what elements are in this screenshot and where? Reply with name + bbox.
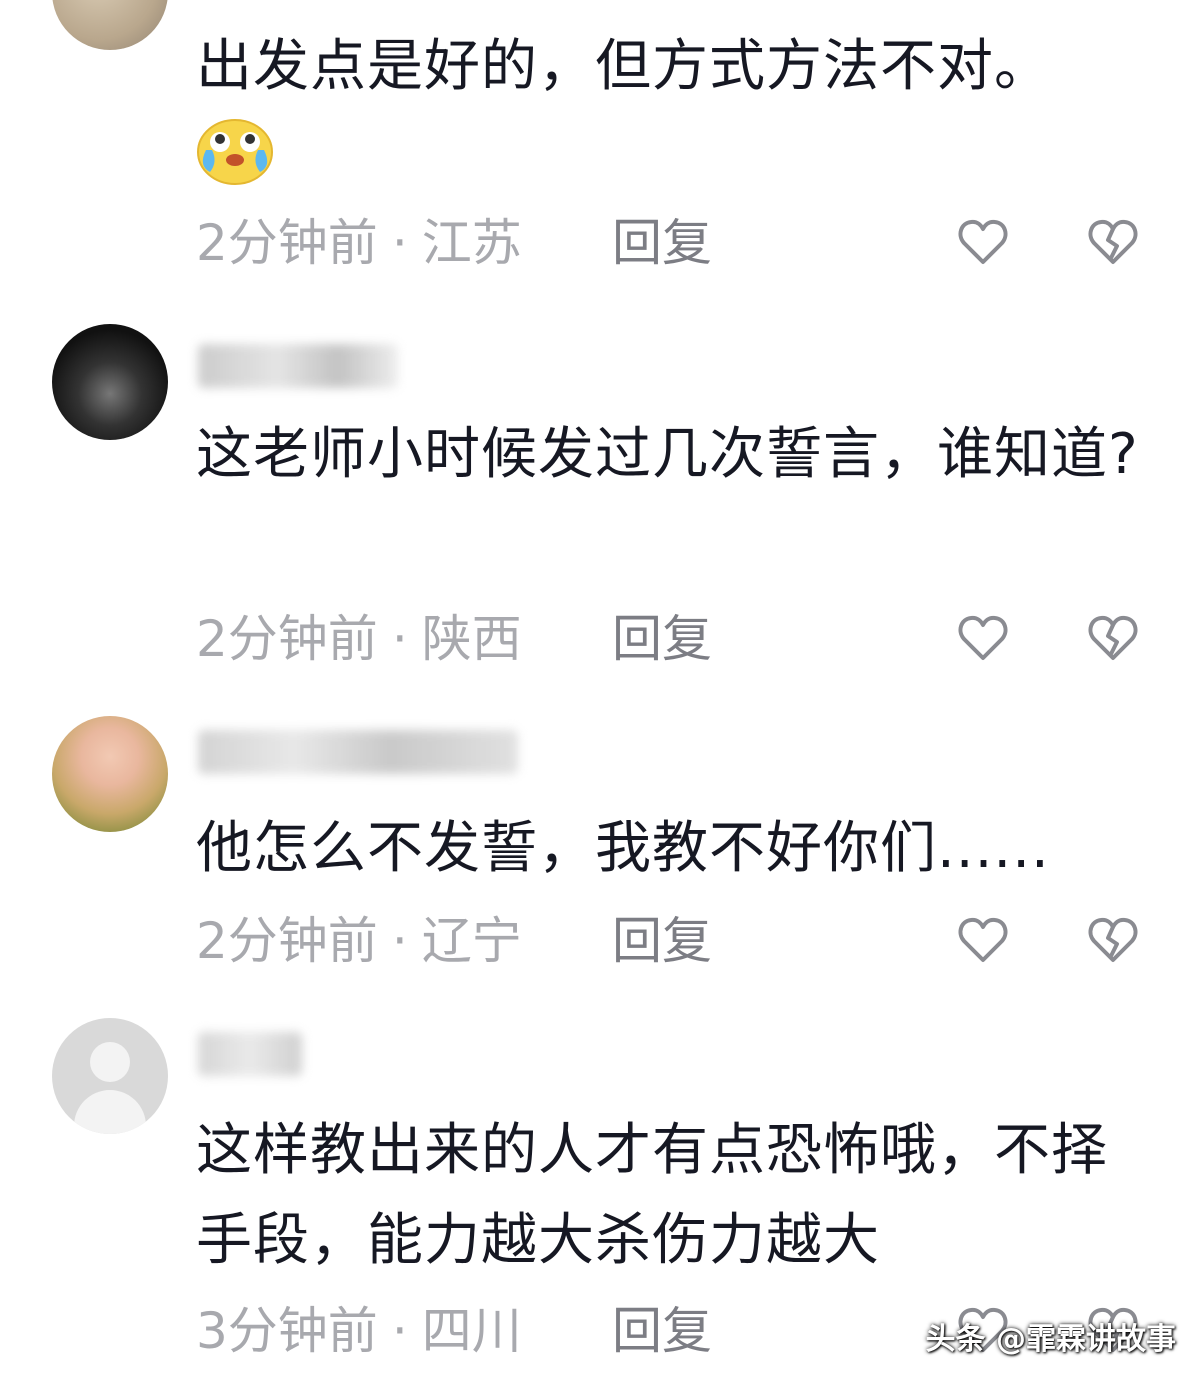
reply-button[interactable]: 回复 <box>612 1296 712 1366</box>
avatar[interactable] <box>52 324 168 440</box>
reply-button[interactable]: 回复 <box>612 208 712 278</box>
reply-button[interactable]: 回复 <box>612 604 712 674</box>
comment-meta: 3分钟前 · 四川 <box>196 1296 522 1366</box>
heart-icon[interactable] <box>956 914 1010 968</box>
comment-location: 辽宁 <box>421 912 522 970</box>
comment-location: 陕西 <box>421 610 522 668</box>
comment-time: 2分钟前 <box>196 610 378 668</box>
heart-icon[interactable] <box>956 216 1010 270</box>
broken-heart-icon[interactable] <box>1086 914 1140 968</box>
username-blurred <box>198 730 518 774</box>
comment-meta: 2分钟前 · 江苏 <box>196 208 522 278</box>
comment-text: 这老师小时候发过几次誓言，谁知道? <box>196 422 1139 487</box>
comment-text: 这样教出来的人才有点恐怖哦，不择手段，能力越大杀伤力越大 <box>196 1118 1108 1273</box>
avatar[interactable] <box>52 716 168 832</box>
avatar[interactable] <box>52 0 168 50</box>
heart-icon[interactable] <box>956 612 1010 666</box>
broken-heart-icon[interactable] <box>1086 216 1140 270</box>
comment-meta: 2分钟前 · 辽宁 <box>196 906 522 976</box>
comment-time: 2分钟前 <box>196 912 378 970</box>
comment-time: 3分钟前 <box>196 1302 378 1360</box>
avatar[interactable] <box>52 1018 168 1134</box>
crying-laughing-emoji-icon <box>197 119 273 185</box>
reply-button[interactable]: 回复 <box>612 906 712 976</box>
watermark: 头条 @霏霖讲故事 <box>925 1322 1176 1357</box>
comment-item: 这老师小时候发过几次誓言，谁知道? 2分钟前 · 陕西 回复 <box>0 300 1200 700</box>
comment-item: 出发点是好的，但方式方法不对。 2分钟前 · 江苏 回复 <box>0 0 1200 300</box>
comment-time: 2分钟前 <box>196 214 378 272</box>
meta-separator: · <box>391 214 408 272</box>
default-avatar-head <box>90 1042 130 1082</box>
comment-text: 出发点是好的，但方式方法不对。 <box>196 34 1051 99</box>
meta-separator: · <box>391 610 408 668</box>
comment-location: 江苏 <box>421 214 522 272</box>
broken-heart-icon[interactable] <box>1086 612 1140 666</box>
username-blurred <box>198 344 398 388</box>
comment-item: 他怎么不发誓，我教不好你们...... 2分钟前 · 辽宁 回复 <box>0 700 1200 1010</box>
comment-meta: 2分钟前 · 陕西 <box>196 604 522 674</box>
username-blurred <box>198 1032 302 1076</box>
comment-text: 他怎么不发誓，我教不好你们...... <box>196 816 1050 881</box>
meta-separator: · <box>391 1302 408 1360</box>
meta-separator: · <box>391 912 408 970</box>
comment-location: 四川 <box>421 1302 522 1360</box>
default-avatar-body <box>74 1090 146 1134</box>
